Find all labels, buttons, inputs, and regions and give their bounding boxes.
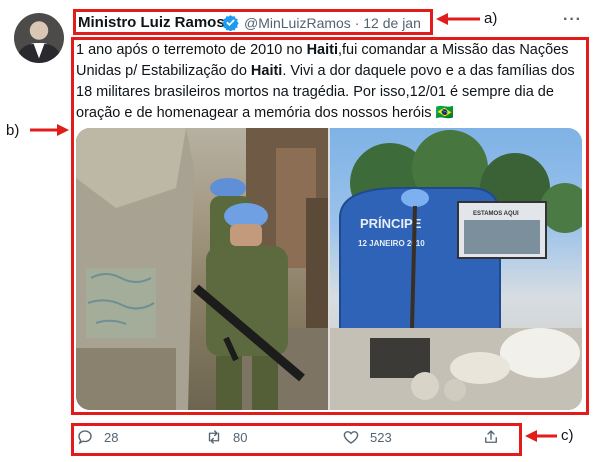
annotation-label-b: b) <box>6 122 20 139</box>
annotation-arrows <box>30 13 557 442</box>
annotation-label-c: c) <box>561 427 574 444</box>
annotation-label-a: a) <box>484 10 498 27</box>
